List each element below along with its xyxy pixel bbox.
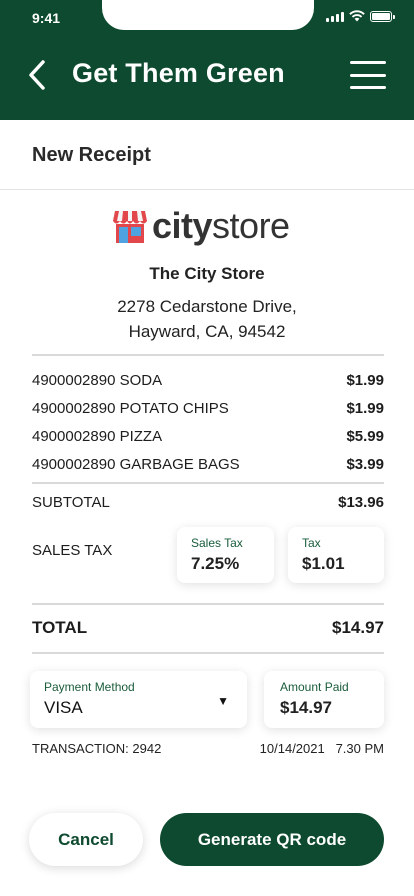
caret-down-icon: ▼: [217, 694, 229, 708]
total-value: $14.97: [332, 618, 384, 637]
chevron-left-icon: [29, 60, 45, 90]
item-price: $1.99: [346, 371, 384, 389]
store-address: 2278 Cedarstone Drive, Hayward, CA, 9454…: [0, 294, 414, 344]
item-description: 4900002890 GARBAGE BAGS: [32, 455, 240, 473]
sales-tax-rate-label: Sales Tax: [191, 536, 243, 550]
sales-tax-rate-value: 7.25%: [191, 554, 240, 573]
store-logo: citystore: [112, 206, 290, 246]
hamburger-menu-icon[interactable]: [350, 61, 386, 89]
generate-qr-code-button[interactable]: Generate QR code: [160, 813, 384, 866]
total-row: TOTAL $14.97: [32, 618, 384, 638]
transaction-time: 7.30 PM: [335, 741, 384, 756]
payment-method-value: VISA: [44, 698, 83, 717]
tax-amount-label: Tax: [302, 536, 321, 550]
item-description: 4900002890 PIZZA: [32, 427, 163, 445]
page-title-bar: New Receipt: [0, 120, 414, 190]
payment-method-select[interactable]: Payment Method VISA ▼: [30, 671, 247, 728]
item-price: $5.99: [346, 427, 384, 445]
line-items-list: 4900002890 SODA $1.99 4900002890 POTATO …: [32, 366, 384, 478]
item-description: 4900002890 SODA: [32, 371, 163, 389]
sales-tax-rate-field[interactable]: Sales Tax 7.25%: [177, 527, 274, 583]
address-line-2: Hayward, CA, 94542: [128, 322, 286, 341]
subtotal-value: $13.96: [338, 494, 384, 511]
line-item: 4900002890 GARBAGE BAGS $3.99: [32, 450, 384, 478]
logo-text-light: store: [212, 205, 290, 246]
divider: [32, 603, 384, 605]
total-label: TOTAL: [32, 618, 88, 637]
amount-paid-field[interactable]: Amount Paid $14.97: [264, 671, 384, 728]
divider: [32, 354, 384, 356]
item-price: $3.99: [346, 455, 384, 473]
status-icons: [326, 10, 395, 22]
transaction-id: TRANSACTION: 2942: [32, 741, 162, 756]
device-notch: [102, 0, 314, 30]
status-time: 9:41: [32, 10, 61, 26]
line-item: 4900002890 POTATO CHIPS $1.99: [32, 394, 384, 422]
item-price: $1.99: [346, 399, 384, 417]
transaction-date: 10/14/2021: [259, 741, 325, 756]
amount-paid-value: $14.97: [280, 698, 332, 717]
tax-amount-value: $1.01: [302, 554, 345, 573]
subtotal-label: SUBTOTAL: [32, 494, 110, 511]
line-item: 4900002890 SODA $1.99: [32, 366, 384, 394]
battery-icon: [370, 10, 395, 22]
app-header: 9:41 Get Them Green: [0, 0, 414, 120]
transaction-datetime: 10/14/2021 7.30 PM: [260, 741, 384, 756]
line-item: 4900002890 PIZZA $5.99: [32, 422, 384, 450]
app-title: Get Them Green: [72, 58, 285, 88]
sales-tax-row: SALES TAX: [32, 542, 152, 559]
divider: [32, 652, 384, 654]
back-button[interactable]: [22, 58, 54, 92]
page-title: New Receipt: [32, 144, 151, 166]
storefront-icon: [113, 211, 147, 243]
amount-paid-label: Amount Paid: [280, 680, 349, 694]
cancel-button[interactable]: Cancel: [29, 813, 143, 866]
subtotal-row: SUBTOTAL $13.96: [32, 494, 384, 511]
tax-amount-field[interactable]: Tax $1.01: [288, 527, 384, 583]
payment-method-label: Payment Method: [44, 680, 135, 694]
transaction-row: TRANSACTION: 2942 10/14/2021 7.30 PM: [32, 741, 384, 756]
divider: [32, 482, 384, 484]
address-line-1: 2278 Cedarstone Drive,: [117, 297, 297, 316]
wifi-icon: [349, 10, 365, 22]
logo-text-bold: city: [152, 205, 213, 246]
signal-icon: [326, 11, 344, 22]
item-description: 4900002890 POTATO CHIPS: [32, 399, 229, 417]
sales-tax-label: SALES TAX: [32, 542, 113, 559]
store-name: The City Store: [149, 264, 265, 283]
